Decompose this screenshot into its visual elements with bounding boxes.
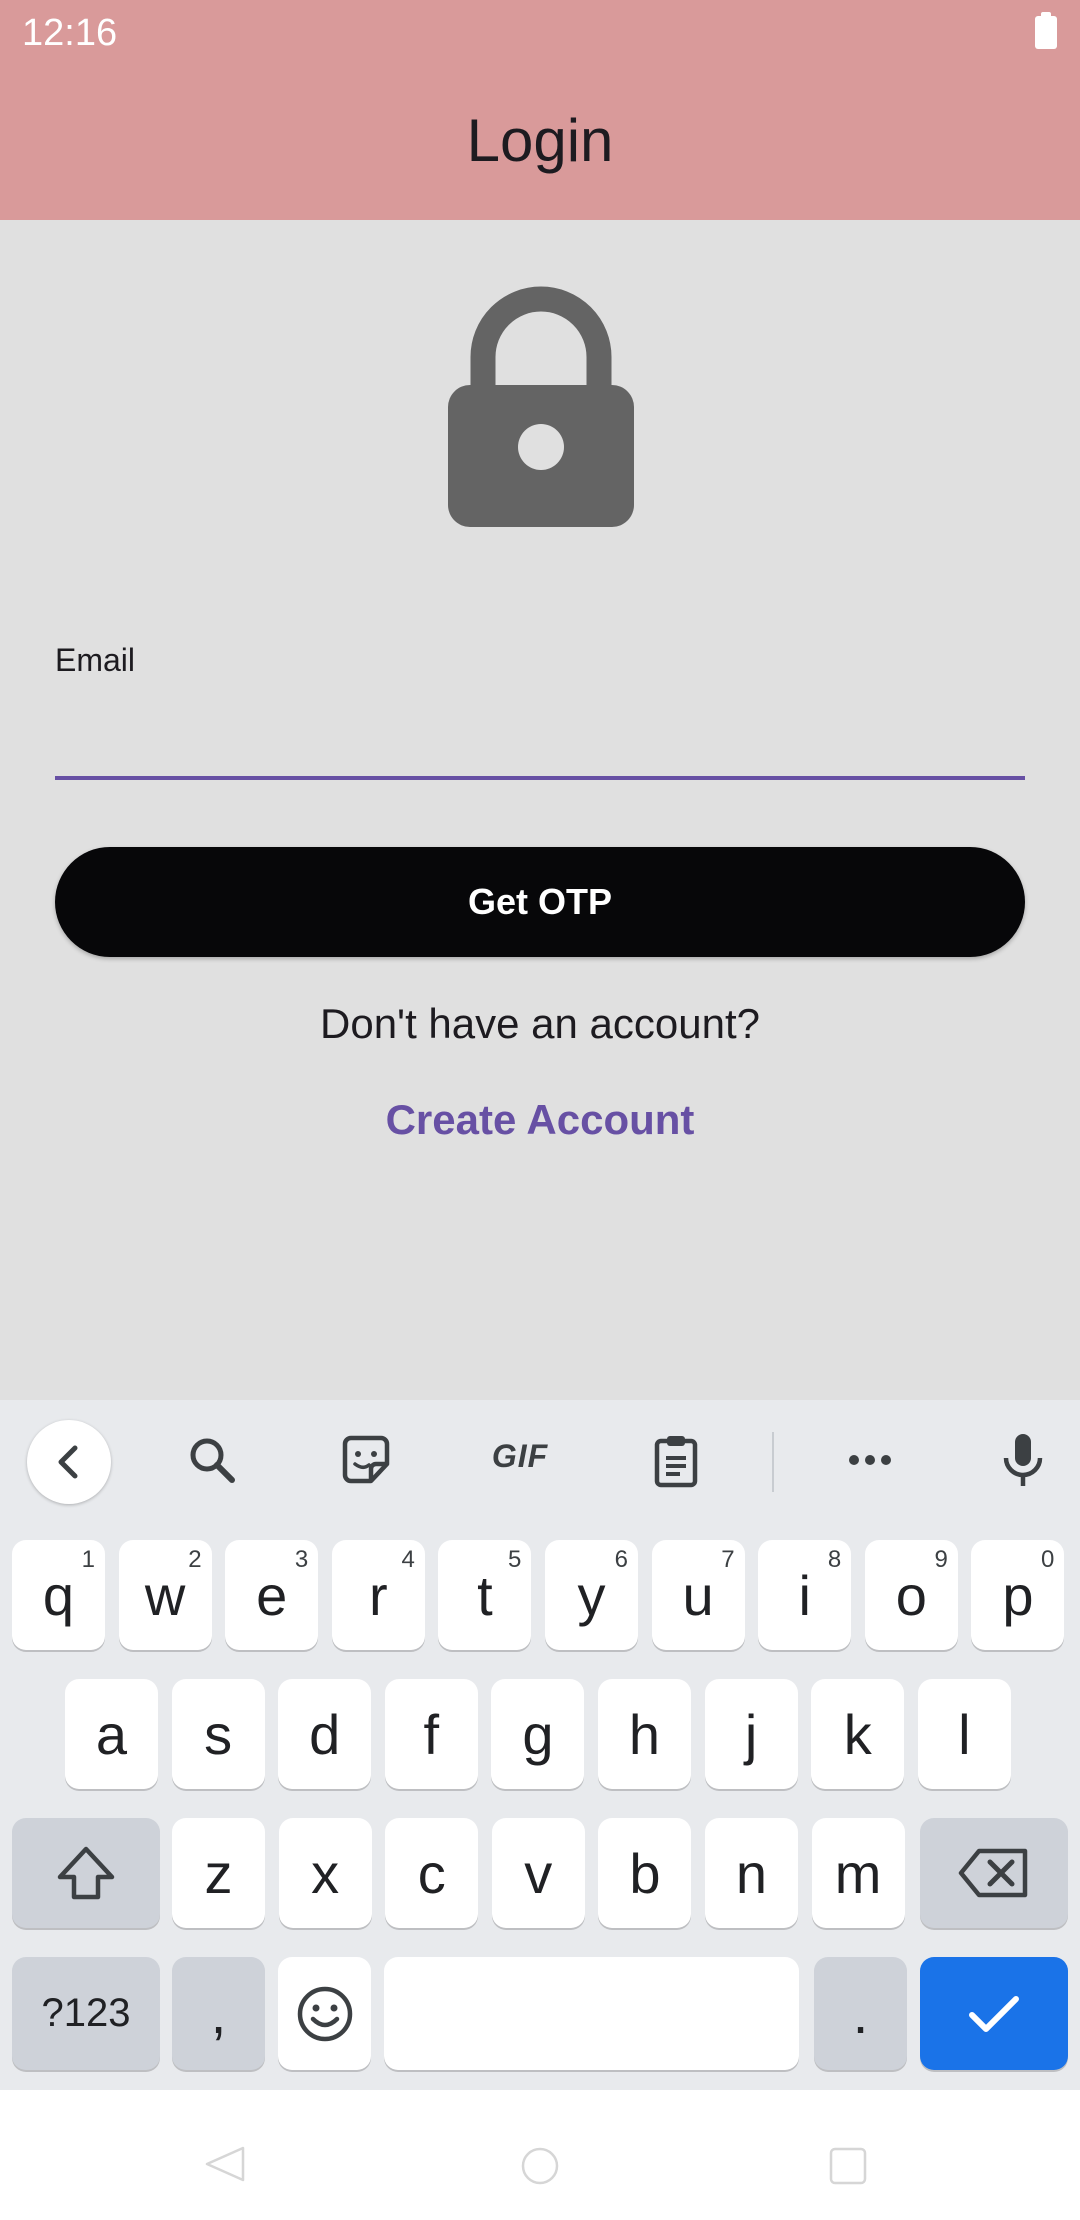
key-hint: 9: [934, 1546, 948, 1573]
backspace-key[interactable]: [920, 1818, 1068, 1928]
key-hint: 2: [188, 1546, 202, 1573]
key-r[interactable]: r4: [331, 1540, 425, 1650]
key-label: s: [204, 1702, 233, 1766]
toolbar-divider: [772, 1432, 774, 1492]
home-nav-icon[interactable]: [520, 2146, 560, 2186]
on-screen-keyboard: GIF ?123 , . q 1 w 2 e 3 r 4 t 5 y 6 u 7…: [0, 1400, 1080, 2090]
key-e[interactable]: e3: [225, 1540, 319, 1650]
shift-icon: [57, 1846, 115, 1900]
key-q[interactable]: q1: [12, 1540, 105, 1650]
key-label: u: [682, 1563, 714, 1627]
key-hint: 7: [721, 1546, 735, 1573]
key-i[interactable]: i8: [758, 1540, 852, 1650]
key-label: w: [144, 1563, 186, 1627]
key-label: f: [423, 1702, 440, 1766]
key-z[interactable]: z: [172, 1818, 265, 1928]
key-u[interactable]: u7: [651, 1540, 745, 1650]
key-hint: 8: [827, 1546, 842, 1573]
key-c[interactable]: c: [385, 1818, 479, 1928]
key-label: a: [95, 1702, 128, 1766]
key-label: g: [522, 1702, 554, 1766]
key-label: e: [256, 1563, 288, 1627]
key-label: r: [368, 1563, 388, 1627]
key-label: h: [628, 1702, 661, 1766]
search-icon[interactable]: [182, 1430, 242, 1490]
email-label: Email: [55, 642, 136, 678]
key-label: n: [735, 1841, 768, 1905]
battery-icon: [1035, 12, 1057, 49]
status-time: 12:16: [22, 12, 118, 54]
gif-icon[interactable]: GIF: [480, 1438, 560, 1498]
symbols-key[interactable]: ?123: [12, 1957, 160, 2070]
key-hint: 4: [401, 1546, 415, 1573]
checkmark-icon: [969, 1995, 1019, 2032]
key-g[interactable]: g: [491, 1679, 585, 1789]
backspace-icon: [958, 1848, 1028, 1898]
key-b[interactable]: b: [598, 1818, 692, 1928]
key-hint: 1: [81, 1546, 95, 1573]
key-v[interactable]: v: [491, 1818, 585, 1928]
key-hint: 3: [294, 1546, 309, 1573]
key-k[interactable]: k: [811, 1679, 905, 1789]
navigation-bar: [0, 2090, 1080, 2220]
key-label: v: [524, 1841, 553, 1905]
key-label: x: [311, 1841, 340, 1905]
sticker-icon[interactable]: [336, 1430, 396, 1490]
key-o[interactable]: o9: [864, 1540, 958, 1650]
no-account-text: Don't have an account?: [320, 1000, 760, 1047]
chevron-left-icon[interactable]: [27, 1420, 111, 1504]
page-title: Login: [466, 107, 614, 174]
key-a[interactable]: a: [65, 1679, 158, 1789]
app-bar: 12:16 Login: [0, 0, 1080, 220]
comma-key[interactable]: ,: [172, 1957, 265, 2070]
key-hint: 5: [508, 1546, 522, 1573]
shift-key[interactable]: [12, 1818, 160, 1928]
key-label: z: [204, 1841, 233, 1905]
enter-key[interactable]: [920, 1957, 1068, 2070]
lock-icon: [448, 286, 634, 527]
create-account-link[interactable]: Create Account: [0, 1096, 1080, 1144]
more-icon[interactable]: [840, 1430, 900, 1490]
key-w[interactable]: w2: [118, 1540, 212, 1650]
period-key[interactable]: .: [814, 1957, 907, 2070]
back-nav-icon[interactable]: [205, 2146, 245, 2182]
key-m[interactable]: m: [811, 1818, 905, 1928]
key-label: l: [958, 1702, 971, 1766]
clipboard-icon[interactable]: [646, 1430, 706, 1490]
key-label: k: [843, 1702, 872, 1766]
key-l[interactable]: l: [917, 1679, 1011, 1789]
key-hint: 6: [614, 1546, 628, 1573]
key-j[interactable]: j: [704, 1679, 798, 1789]
recents-nav-icon[interactable]: [828, 2146, 868, 2186]
keyboard-toolbar: GIF: [0, 1400, 1080, 1530]
key-label: c: [417, 1841, 446, 1905]
key-y[interactable]: y6: [545, 1540, 638, 1650]
space-key[interactable]: [384, 1957, 799, 2070]
key-h[interactable]: h: [598, 1679, 691, 1789]
key-n[interactable]: n: [705, 1818, 798, 1928]
key-label: i: [798, 1563, 811, 1627]
key-d[interactable]: d: [278, 1679, 372, 1789]
microphone-icon[interactable]: [993, 1430, 1053, 1490]
key-label: j: [744, 1702, 758, 1766]
key-label: o: [895, 1563, 927, 1627]
key-s[interactable]: s: [171, 1679, 265, 1789]
get-otp-button[interactable]: Get OTP: [55, 847, 1025, 957]
emoji-icon: [297, 1986, 352, 2041]
key-label: m: [834, 1841, 882, 1905]
key-t[interactable]: t5: [438, 1540, 532, 1650]
key-label: q: [42, 1563, 75, 1627]
key-p[interactable]: p0: [971, 1540, 1065, 1650]
emoji-key[interactable]: [278, 1957, 371, 2070]
key-label: t: [477, 1563, 493, 1627]
key-hint: 0: [1041, 1546, 1055, 1573]
email-field[interactable]: [55, 690, 1025, 780]
key-label: p: [1002, 1563, 1034, 1627]
key-label: b: [629, 1841, 661, 1905]
key-label: d: [309, 1702, 341, 1766]
key-f[interactable]: f: [384, 1679, 478, 1789]
key-x[interactable]: x: [278, 1818, 372, 1928]
key-label: y: [577, 1563, 606, 1627]
